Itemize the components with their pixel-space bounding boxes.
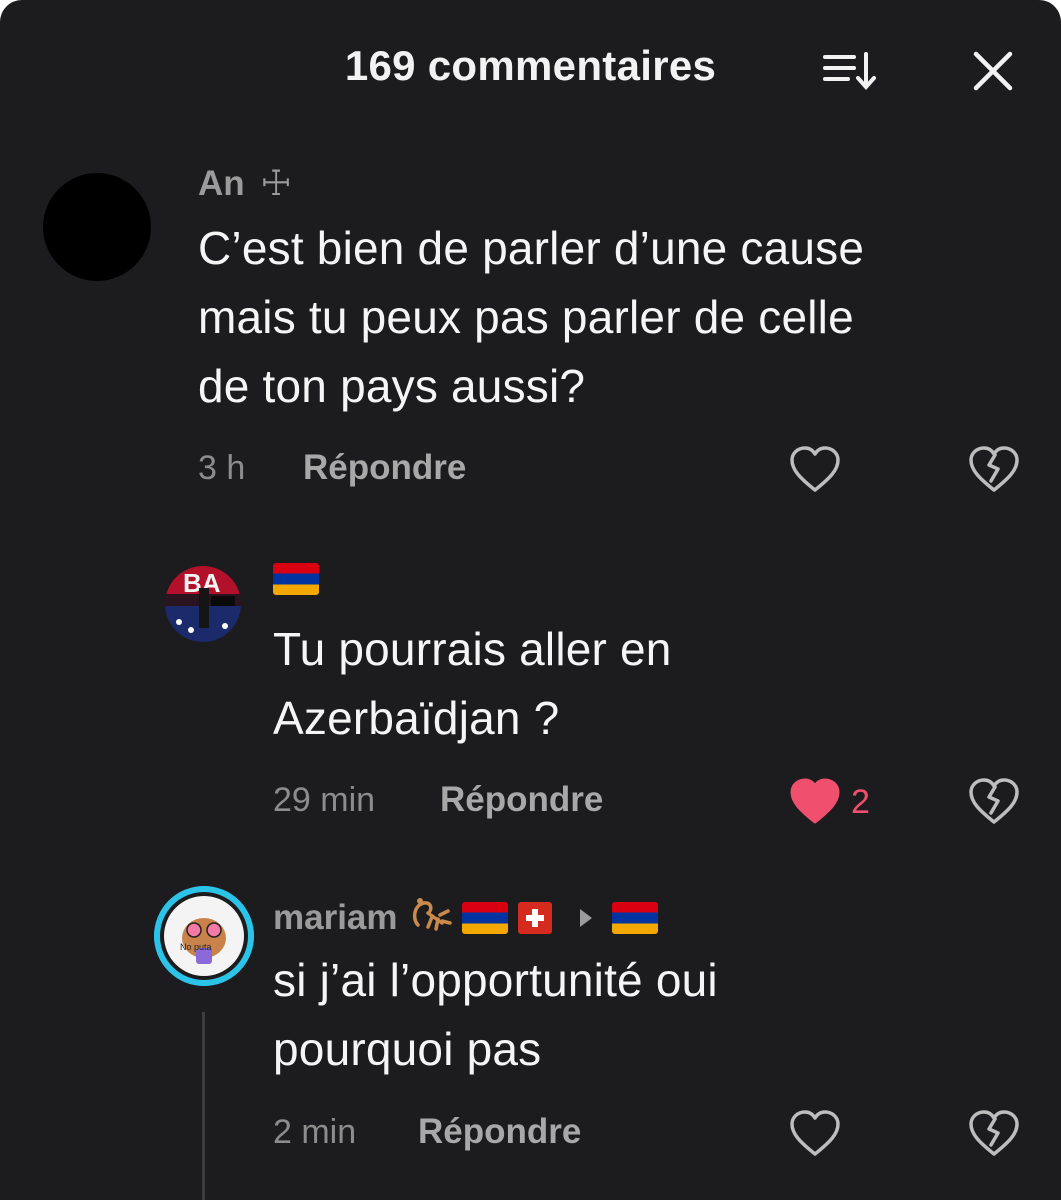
broken-heart-icon[interactable]	[967, 777, 1021, 832]
username-text: An	[198, 164, 245, 203]
comment-line: C’est bien de parler d’une cause	[198, 222, 865, 274]
like-count: 2	[851, 783, 870, 821]
comment-line: pourquoi pas	[273, 1023, 542, 1075]
comments-sheet: 169 commentaires An ☩ C’est bien de parl…	[0, 0, 1061, 1200]
heart-icon[interactable]	[788, 445, 842, 500]
scorpion-icon	[408, 893, 452, 942]
username-text: mariam	[273, 897, 398, 937]
armenia-flag-icon	[461, 901, 508, 934]
armenia-flag-icon	[273, 563, 319, 595]
comments-count-title: 169 commentaires	[344, 42, 717, 89]
comment-line: mais tu peux pas parler de celle	[198, 291, 854, 343]
switzerland-flag-icon	[517, 901, 552, 934]
comment-line: si j’ai l’opportunité oui	[273, 954, 718, 1006]
armenia-flag-icon	[611, 901, 658, 934]
avatar[interactable]: BA	[165, 566, 241, 642]
heart-icon[interactable]	[788, 1109, 842, 1164]
comment-text: C’est bien de parler d’une cause mais tu…	[198, 214, 864, 421]
reply-button[interactable]: Répondre	[303, 448, 466, 488]
close-icon[interactable]	[968, 46, 1018, 96]
comment-line: de ton pays aussi?	[198, 360, 586, 412]
svg-text:No puta: No puta	[180, 942, 212, 952]
comment-line: Azerbaïdjan ?	[273, 692, 560, 744]
comment-username[interactable]	[273, 563, 319, 595]
thread-line	[202, 1012, 205, 1200]
cross-symbol: ☩	[260, 164, 292, 203]
avatar[interactable]	[43, 173, 151, 281]
reply-button[interactable]: Répondre	[418, 1112, 581, 1152]
comment-time: 29 min	[273, 781, 376, 819]
reply-button[interactable]: Répondre	[440, 780, 603, 820]
broken-heart-icon[interactable]	[967, 1109, 1021, 1164]
comment-username[interactable]: mariam	[273, 893, 658, 942]
sort-icon[interactable]	[820, 48, 880, 94]
comment-text: Tu pourrais aller en Azerbaïdjan ?	[273, 615, 672, 753]
comment-username[interactable]: An ☩	[198, 163, 292, 205]
comment-text: si j’ai l’opportunité oui pourquoi pas	[273, 946, 718, 1084]
arrow-right-icon	[579, 908, 592, 927]
avatar[interactable]: No puta	[154, 886, 254, 986]
heart-filled-icon[interactable]	[788, 777, 842, 832]
comment-time: 2 min	[273, 1113, 357, 1151]
broken-heart-icon[interactable]	[967, 445, 1021, 500]
comment-time: 3 h	[198, 449, 246, 487]
comment-line: Tu pourrais aller en	[273, 623, 672, 675]
